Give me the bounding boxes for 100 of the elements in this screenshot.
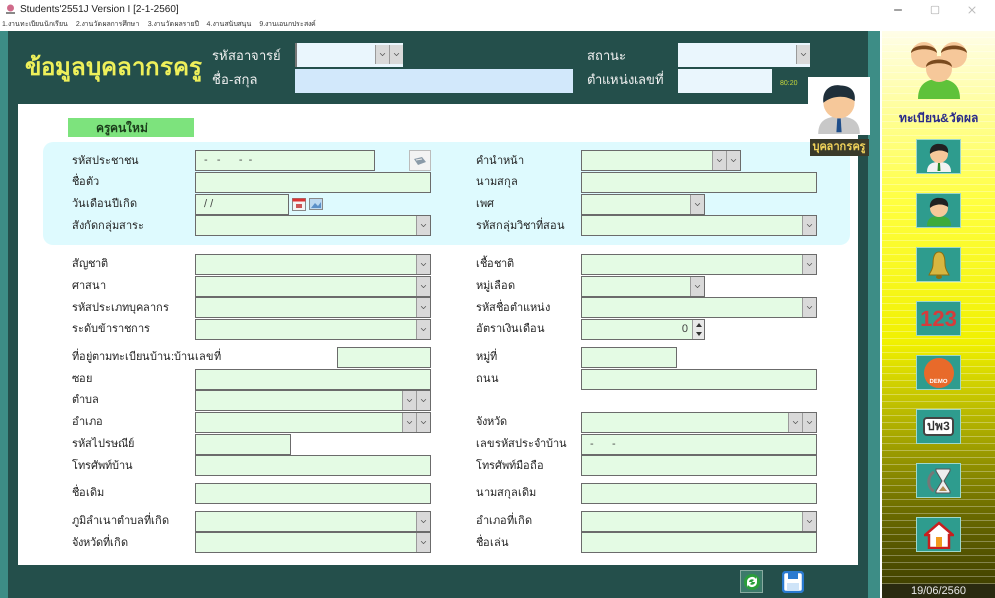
up-arrow-icon	[696, 322, 702, 327]
combo-box[interactable]	[195, 215, 431, 236]
combo-box[interactable]	[195, 390, 431, 412]
number-spinner[interactable]: 0	[581, 319, 705, 340]
input-field[interactable]	[581, 455, 817, 476]
field-label: โทรศัพท์มือถือ	[476, 458, 545, 474]
field-label: รหัสประเภทบุคลากร	[72, 300, 170, 316]
dropdown-button[interactable]	[802, 216, 816, 236]
dropdown-button[interactable]	[726, 151, 740, 170]
input-field[interactable]	[581, 368, 817, 390]
dropdown-button[interactable]	[802, 298, 816, 318]
field-label: นามสกุลเดิม	[476, 486, 537, 502]
dropdown-button[interactable]	[802, 512, 816, 531]
combo-box[interactable]	[581, 510, 817, 532]
field-label: ภูมิลำเนาตำบลที่เกิด	[72, 512, 170, 529]
input-field[interactable]: - -	[581, 434, 817, 455]
field-label: อัตราเงินเดือน	[476, 322, 546, 338]
dropdown-button[interactable]	[416, 391, 430, 410]
input-field[interactable]	[581, 532, 817, 554]
field-label: โทรศัพท์บ้าน	[72, 458, 134, 474]
field-label: ตำบล	[72, 393, 100, 408]
combo-box[interactable]	[581, 150, 741, 172]
input-field[interactable]: - - - -	[195, 150, 375, 172]
input-field[interactable]	[295, 68, 573, 92]
field-label: หมู่เลือด	[476, 278, 516, 294]
save-button[interactable]	[781, 570, 804, 593]
combo-box[interactable]	[581, 215, 817, 236]
combo-box[interactable]	[195, 532, 431, 554]
home-icon	[924, 520, 954, 548]
combo-box[interactable]	[581, 297, 817, 318]
dropdown-button[interactable]	[416, 255, 430, 274]
field-label: นามสกุล	[476, 175, 519, 190]
input-field[interactable]	[195, 172, 431, 194]
photo-label: บุคลากรครู	[810, 139, 868, 156]
input-field[interactable]	[581, 346, 677, 368]
app-icon	[5, 4, 16, 15]
field-label: รหัสกลุ่มวิชาที่สอน	[476, 218, 566, 234]
dropdown-button[interactable]	[402, 391, 416, 410]
dropdown-button[interactable]	[712, 151, 726, 170]
input-field[interactable]	[195, 482, 431, 504]
dropdown-button[interactable]	[802, 412, 816, 432]
field-label: อำเภอที่เกิด	[476, 512, 533, 529]
sidebar-button[interactable]	[916, 463, 961, 498]
input-field[interactable]	[195, 455, 431, 476]
input-field[interactable]	[581, 482, 817, 504]
input-field[interactable]	[195, 368, 431, 390]
dropdown-button[interactable]	[416, 216, 430, 236]
sidebar-button[interactable]	[916, 139, 961, 174]
combo-box[interactable]	[195, 276, 431, 297]
input-field[interactable]	[195, 434, 291, 455]
dropdown-button[interactable]	[802, 255, 816, 274]
dropdown-button[interactable]	[402, 412, 416, 432]
dropdown-button[interactable]	[690, 276, 704, 296]
refresh-button[interactable]	[740, 570, 763, 593]
input-field[interactable]	[581, 172, 817, 194]
combo-box[interactable]	[195, 319, 431, 340]
field-label: สัญชาติ	[72, 257, 109, 272]
combo-box[interactable]	[581, 276, 705, 297]
combo-box[interactable]	[195, 412, 431, 433]
input-field[interactable]	[337, 346, 431, 368]
dropdown-button[interactable]	[416, 512, 430, 531]
refresh-icon	[742, 572, 760, 590]
dropdown-button[interactable]	[416, 412, 430, 432]
combo-box[interactable]	[195, 510, 431, 532]
field-label: ชื่อเดิม	[72, 485, 195, 502]
combo-box[interactable]	[581, 412, 817, 433]
date-text: 19/06/2560	[882, 584, 995, 598]
lookup-button[interactable]	[409, 150, 431, 172]
dropdown-button[interactable]	[416, 276, 430, 296]
field-label: วันเดือนปีเกิด	[72, 196, 138, 212]
new-teacher-badge[interactable]: ครูคนใหม่	[68, 118, 194, 137]
down-arrow-icon	[696, 332, 702, 336]
picture-icon[interactable]	[309, 197, 323, 212]
card-icon	[413, 156, 427, 166]
chevron-down-icon	[799, 50, 808, 59]
dropdown-button[interactable]	[416, 298, 430, 318]
field-label: จังหวัดที่เกิด	[72, 534, 129, 551]
combo-box[interactable]	[581, 254, 817, 276]
combo-box[interactable]	[195, 297, 431, 318]
page-title: ข้อมูลบุคลากรครู	[25, 52, 202, 84]
input-field[interactable]	[678, 68, 772, 92]
field-label: ชื่อตัว	[72, 174, 195, 191]
date-field[interactable]: / /	[195, 194, 289, 215]
calendar-icon[interactable]	[292, 197, 306, 212]
dropdown-button[interactable]	[788, 412, 802, 432]
field-label: จังหวัด	[476, 415, 508, 430]
dropdown-button[interactable]	[416, 320, 430, 340]
dropdown-button[interactable]	[416, 533, 430, 552]
field-label: ศาสนา	[72, 279, 107, 294]
combo-box[interactable]	[581, 194, 705, 215]
field-label: เลขรหัสประจำบ้าน	[476, 436, 568, 452]
combo-box[interactable]	[195, 254, 431, 276]
field-label: รหัสประชาชน	[72, 154, 140, 169]
dropdown-button[interactable]	[690, 194, 704, 214]
spin-buttons[interactable]	[692, 320, 704, 340]
combo-box[interactable]	[678, 42, 810, 66]
numbers-icon: 123	[920, 308, 957, 330]
sidebar-button[interactable]: ปพ3	[916, 409, 961, 444]
field-label: ที่อยู่ตามทะเบียนบ้าน:บ้านเลขที่	[72, 349, 222, 366]
sidebar-button[interactable]	[916, 193, 961, 228]
